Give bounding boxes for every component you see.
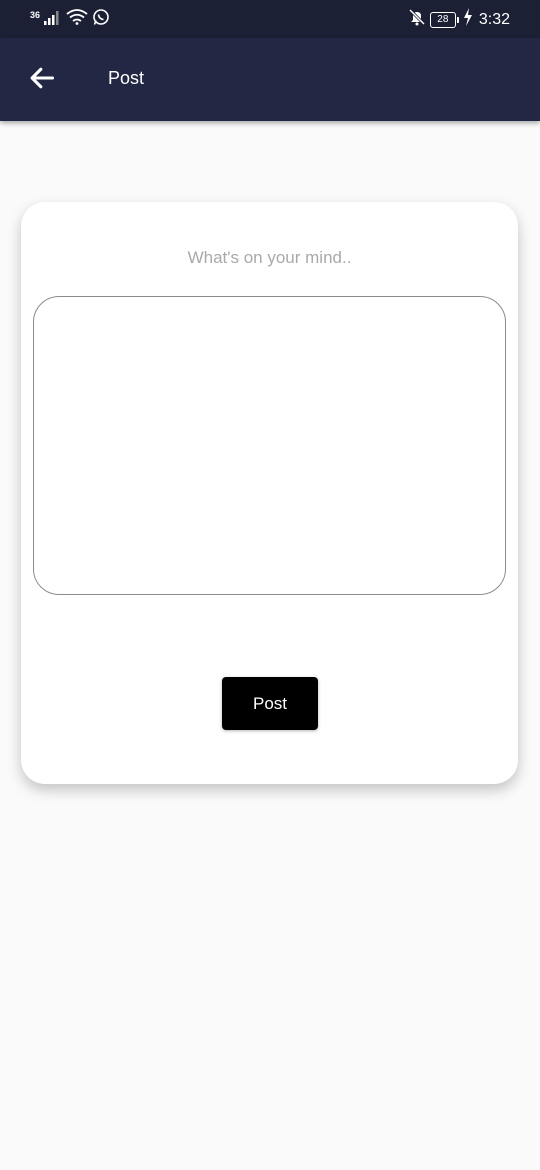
post-button[interactable]: Post: [222, 677, 318, 730]
network-type-label: 36: [30, 9, 41, 20]
battery-level-label: 28: [429, 11, 456, 28]
composer-prompt: What's on your mind..: [187, 248, 352, 267]
post-text-input[interactable]: [33, 296, 506, 595]
battery-tip: [456, 16, 459, 23]
status-left-group: 36: [30, 8, 110, 31]
back-button[interactable]: [22, 60, 62, 100]
status-bar: 36 28 3:32: [0, 0, 540, 38]
app-bar: Post: [0, 38, 540, 121]
page-title: Post: [108, 68, 145, 88]
mute-bell-icon: [408, 8, 426, 31]
composer-card: What's on your mind.. Post: [21, 202, 518, 784]
status-clock: 3:32: [478, 10, 510, 28]
status-right-group: 28 3:32: [408, 8, 510, 31]
whatsapp-icon: [92, 8, 110, 31]
wifi-icon: [66, 9, 88, 30]
charging-icon: [463, 8, 473, 31]
signal-icon: [44, 9, 62, 30]
battery-icon: 28: [429, 11, 459, 28]
arrow-left-icon: [28, 64, 56, 97]
